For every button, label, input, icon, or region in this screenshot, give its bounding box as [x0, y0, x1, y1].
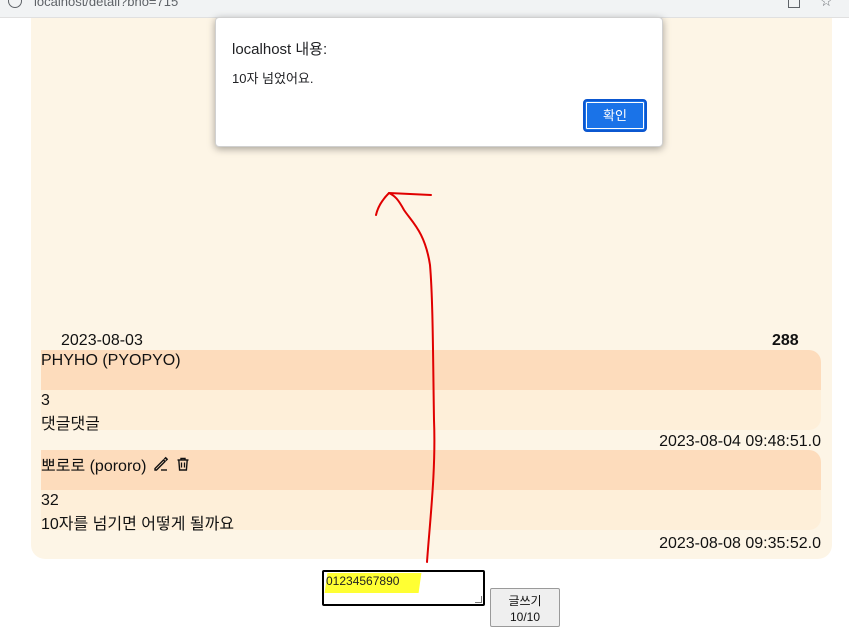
comment-timestamp: 2023-08-04 09:48:51.0 [659, 433, 821, 450]
comment-number: 32 [41, 492, 59, 509]
comment-header: 뽀로로 (pororo) [41, 450, 821, 490]
comment-timestamp: 2023-08-08 09:35:52.0 [659, 535, 821, 552]
comment-input[interactable]: 01234567890 [322, 570, 485, 606]
browser-toolbar: localhost/detail?bno=715 ☆ [0, 0, 849, 18]
resize-handle[interactable] [475, 596, 482, 603]
share-icon[interactable] [788, 0, 800, 8]
char-counter: 10/10 [509, 610, 541, 624]
comment-text: 10자를 넘기면 어떻게 될까요 [41, 516, 235, 533]
address-bar[interactable]: localhost/detail?bno=715 [34, 0, 178, 9]
dialog-title: localhost 내용: [232, 41, 328, 58]
trash-icon[interactable] [175, 456, 191, 472]
write-comment-button[interactable]: 글쓰기 10/10 [490, 588, 560, 627]
comment-body: 3 댓글댓글 [41, 390, 821, 433]
comment-input-value[interactable]: 01234567890 [326, 574, 399, 588]
comment-number: 3 [41, 392, 50, 409]
comment-author: 뽀로로 (pororo) [41, 458, 147, 475]
post-date: 2023-08-03 [61, 332, 143, 349]
alert-dialog: localhost 내용: 10자 넘었어요. 확인 [215, 17, 663, 147]
comment-author: PHYHO (PYOPYO) [41, 352, 181, 369]
comment-author-row: PHYHO (PYOPYO) [41, 352, 181, 370]
bookmark-star-icon[interactable]: ☆ [820, 0, 833, 8]
site-info-icon[interactable] [8, 0, 22, 8]
dialog-message: 10자 넘었어요. [232, 71, 314, 86]
write-button-label: 글쓰기 [508, 594, 542, 608]
comment-header: PHYHO (PYOPYO) [41, 350, 821, 390]
comment-body: 32 10자를 넘기면 어떻게 될까요 [41, 490, 821, 533]
comment-text: 댓글댓글 [41, 416, 100, 433]
comment-author-row: 뽀로로 (pororo) [41, 452, 191, 476]
post-view-count: 288 [772, 332, 799, 349]
edit-icon[interactable] [153, 456, 169, 472]
dialog-ok-button[interactable]: 확인 [583, 99, 647, 132]
